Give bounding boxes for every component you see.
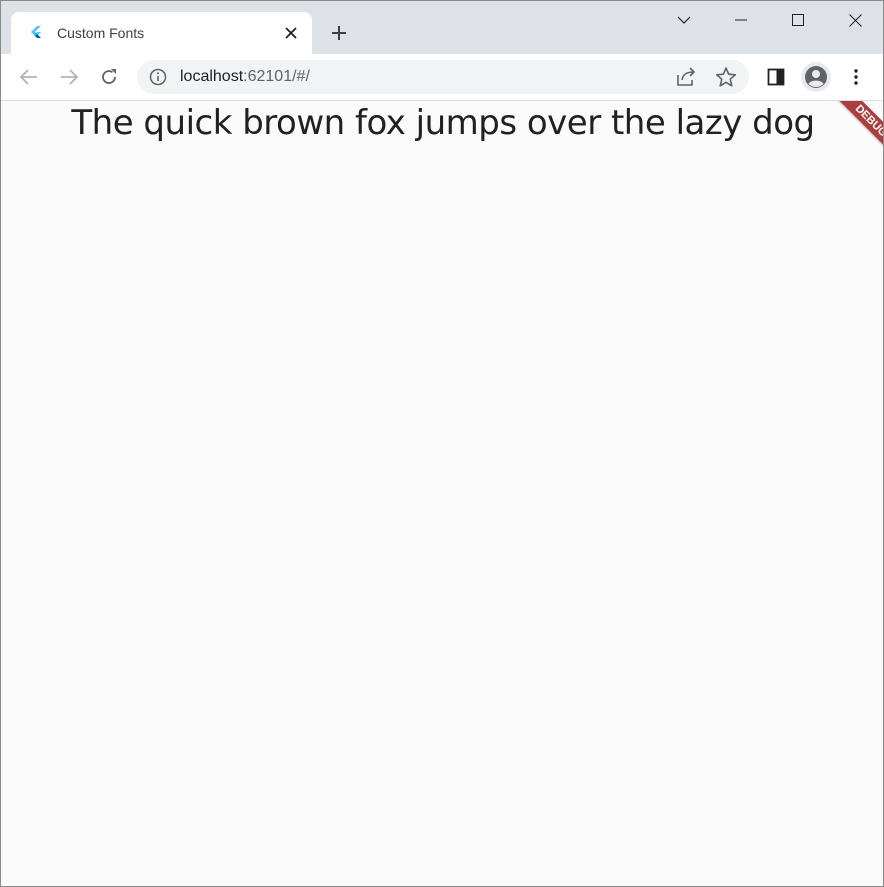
- minimize-button[interactable]: [724, 5, 758, 35]
- tab-close-button[interactable]: [281, 23, 301, 43]
- tab-strip: Custom Fonts: [1, 1, 883, 54]
- plus-icon: [332, 26, 346, 40]
- back-arrow-icon: [20, 69, 37, 85]
- address-bar[interactable]: localhost:62101/#/: [137, 60, 749, 94]
- chevron-down-icon: [677, 16, 691, 24]
- new-tab-button[interactable]: [326, 20, 352, 46]
- side-panel-icon: [767, 68, 785, 86]
- tab-title: Custom Fonts: [57, 25, 145, 41]
- minimize-icon: [735, 19, 747, 21]
- info-icon[interactable]: [149, 68, 167, 86]
- browser-window: Custom Fonts localhost:62101/#/ The quic…: [0, 0, 884, 887]
- side-panel-button[interactable]: [760, 61, 792, 93]
- profile-button[interactable]: [801, 62, 831, 92]
- tab-custom-fonts[interactable]: Custom Fonts: [11, 12, 312, 54]
- browser-toolbar: localhost:62101/#/: [1, 54, 883, 101]
- forward-arrow-icon: [61, 69, 78, 85]
- page-content: The quick brown fox jumps over the lazy …: [1, 101, 883, 886]
- window-close-button[interactable]: [838, 5, 872, 35]
- back-button[interactable]: [13, 61, 45, 93]
- reload-icon: [102, 69, 116, 84]
- close-icon: [285, 27, 297, 39]
- forward-button[interactable]: [53, 61, 85, 93]
- maximize-button[interactable]: [781, 5, 815, 35]
- reload-button[interactable]: [93, 61, 125, 93]
- url-path: :62101/#/: [243, 68, 310, 85]
- headline-text: The quick brown fox jumps over the lazy …: [71, 103, 815, 143]
- tab-search-button[interactable]: [667, 5, 701, 35]
- maximize-icon: [792, 14, 804, 26]
- menu-button[interactable]: [840, 61, 872, 93]
- close-icon: [848, 13, 862, 27]
- menu-icon: [854, 69, 858, 85]
- url-text[interactable]: localhost:62101/#/: [180, 68, 310, 86]
- flutter-logo-icon: [31, 26, 41, 38]
- url-host: localhost: [180, 68, 244, 85]
- profile-icon: [805, 66, 827, 88]
- share-icon[interactable]: [675, 67, 697, 87]
- star-icon[interactable]: [715, 66, 737, 88]
